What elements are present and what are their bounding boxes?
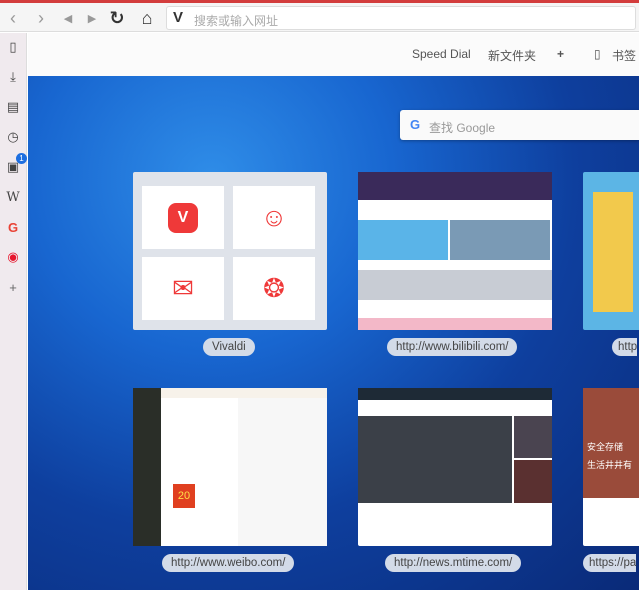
fast-forward-icon[interactable]: ▶ [81,7,103,29]
notes-icon[interactable]: ▤ [3,97,23,117]
speed-dial-vivaldi-folder[interactable]: V ☺ ✉ ❂ [133,172,327,330]
window-icon[interactable]: ▣ 1 [3,153,27,177]
vivaldi-logo-icon: V [142,186,224,249]
weibo-icon[interactable]: ◉ [3,247,23,267]
dial-label[interactable]: http://www.weibo.com/ [162,554,295,572]
weibo-thumbnail-badge: 20 [173,484,195,508]
home-icon[interactable]: ⌂ [136,7,158,29]
bookmark-icon[interactable]: ▯ [3,37,23,57]
history-icon[interactable]: ◷ [3,127,23,147]
tab-speed-dial[interactable]: Speed Dial [412,47,471,61]
download-icon[interactable]: ⤓ [3,67,23,87]
dial-label[interactable]: Vivaldi [203,338,255,356]
dial-label[interactable]: http://www.bilibili.com/ [387,338,518,356]
google-icon[interactable]: G [3,217,23,237]
speed-dial-partial-2[interactable]: 安全存储 生活井井有 [583,388,639,546]
add-panel-icon[interactable]: + [3,277,23,297]
google-search-field[interactable]: G 查找 Google [400,110,639,140]
speed-dial-bilibili[interactable] [358,172,552,330]
tab-new-folder[interactable]: 新文件夹 [488,47,536,64]
notification-badge: 1 [16,153,27,164]
thumbnail-text: 安全存储 [587,442,624,452]
search-placeholder: 查找 Google [429,121,496,135]
bookmark-icon: ▯ [594,47,601,61]
wikipedia-icon[interactable]: W [3,187,23,207]
thumbnail-text: 生活井井有 [587,460,633,470]
dial-label[interactable]: https://pa [583,554,637,572]
dial-label[interactable]: http://news.mtime.com/ [385,554,522,572]
address-placeholder: 搜索或输入网址 [194,14,279,28]
forward-icon[interactable]: › [30,7,52,29]
tab-bookmarks[interactable]: 书签 [612,47,636,64]
speed-dial-weibo[interactable]: 20 [133,388,327,546]
navigation-toolbar: ‹ › ◀ ▶ ↻ ⌂ V 搜索或输入网址 [0,3,639,32]
reload-icon[interactable]: ↻ [106,7,128,29]
dial-label[interactable]: http [612,338,638,356]
vivaldi-logo-icon: V [173,9,184,26]
google-logo-icon: G [410,117,421,132]
speed-dial-mtime[interactable] [358,388,552,546]
community-icon: ☺ [233,186,315,249]
back-icon[interactable]: ‹ [2,7,24,29]
rewind-icon[interactable]: ◀ [57,7,79,29]
speed-dial-header: Speed Dial 新文件夹 + ▯ 书签 [28,33,639,78]
add-tab-button[interactable]: + [557,47,564,61]
address-bar[interactable]: V 搜索或输入网址 [166,6,636,30]
mail-icon: ✉ [142,257,224,320]
speed-dial-partial[interactable] [583,172,639,330]
help-icon: ❂ [233,257,315,320]
side-panel: ▯ ⤓ ▤ ◷ ▣ 1 W G ◉ + [0,33,27,590]
